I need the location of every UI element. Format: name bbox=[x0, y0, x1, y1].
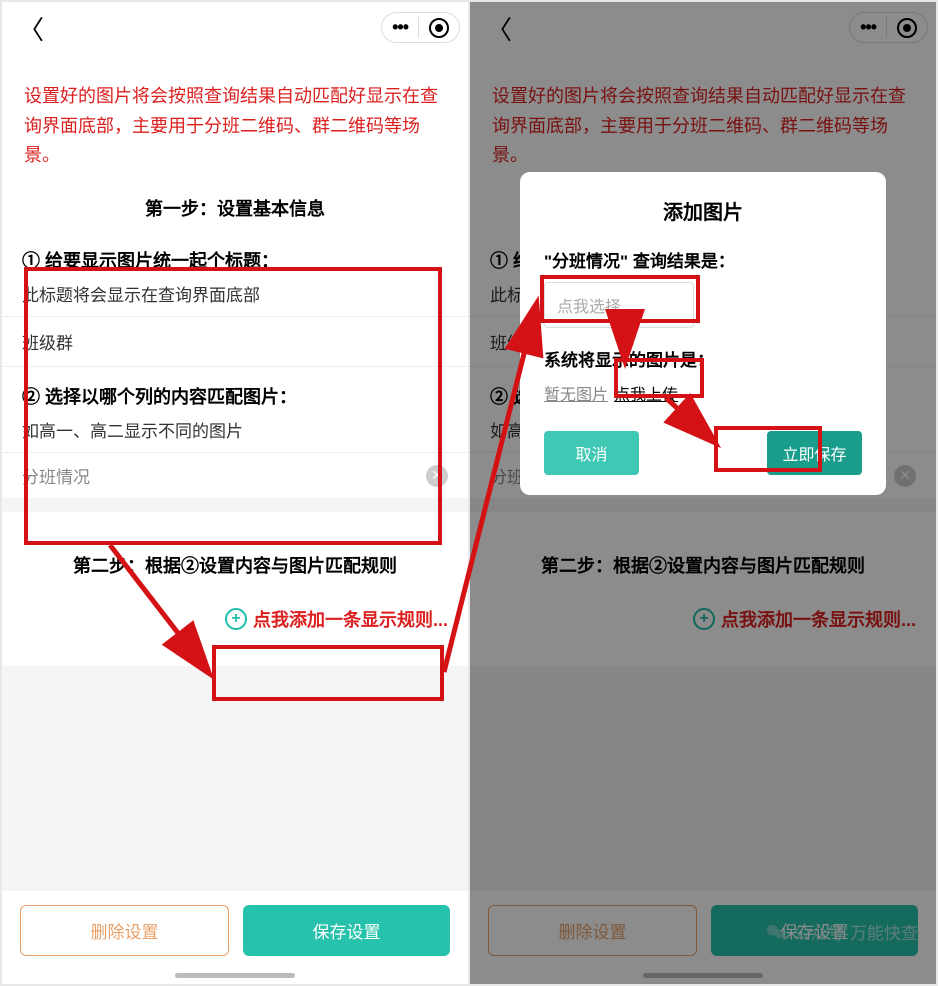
back-icon[interactable]: 〈 bbox=[10, 6, 52, 51]
header: 〈 ••• bbox=[2, 2, 468, 54]
screen-left: 〈 ••• 设置好的图片将会按照查询结果自动匹配好显示在查询界面底部，主要用于分… bbox=[0, 0, 469, 986]
save-button[interactable]: 保存设置 bbox=[243, 905, 450, 956]
home-indicator bbox=[175, 973, 295, 978]
notice-text: 设置好的图片将会按照查询结果自动匹配好显示在查询界面底部，主要用于分班二维码、群… bbox=[2, 54, 468, 189]
modal-search-label: "分班情况" 查询结果是： bbox=[544, 247, 862, 272]
modal-cancel-button[interactable]: 取消 bbox=[544, 431, 639, 475]
close-mini-icon[interactable] bbox=[429, 18, 449, 38]
modal-no-img: 暂无图片 bbox=[544, 381, 608, 405]
modal-select[interactable]: 点我选择 bbox=[544, 282, 694, 328]
modal-title: 添加图片 bbox=[544, 196, 862, 225]
q1-label: ① 给要显示图片统一起个标题： bbox=[22, 247, 448, 273]
notice-section: 设置好的图片将会按照查询结果自动匹配好显示在查询界面底部，主要用于分班二维码、群… bbox=[2, 54, 468, 498]
step2-section: 第二步：根据②设置内容与图片匹配规则 + 点我添加一条显示规则... bbox=[2, 512, 468, 666]
watermark-text: 公众号·万能快查 bbox=[793, 919, 918, 944]
q2-label: ② 选择以哪个列的内容匹配图片： bbox=[22, 383, 448, 409]
q1-block: ① 给要显示图片统一起个标题： 此标题将会显示在查询界面底部 班级群 bbox=[2, 237, 468, 367]
q1-input[interactable]: 班级群 bbox=[2, 316, 468, 367]
q2-select[interactable]: 分班情况 ✕ bbox=[2, 452, 468, 498]
bottom-bar: 删除设置 保存设置 bbox=[2, 891, 468, 984]
delete-button[interactable]: 删除设置 bbox=[20, 905, 229, 956]
modal-img-label: 系统将显示的图片是： bbox=[544, 346, 862, 371]
more-icon[interactable]: ••• bbox=[392, 17, 419, 38]
screen-right: 〈 ••• 设置好的图片将会按照查询结果自动匹配好显示在查询界面底部，主要用于分… bbox=[469, 0, 938, 986]
clear-icon[interactable]: ✕ bbox=[426, 465, 448, 487]
wechat-icon bbox=[765, 921, 787, 943]
step2-title: 第二步：根据②设置内容与图片匹配规则 bbox=[22, 552, 448, 592]
step1-title: 第一步：设置基本信息 bbox=[2, 189, 468, 237]
q2-value: 分班情况 bbox=[22, 463, 90, 488]
modal-save-button[interactable]: 立即保存 bbox=[767, 431, 862, 475]
add-image-modal: 添加图片 "分班情况" 查询结果是： 点我选择 系统将显示的图片是： 暂无图片 … bbox=[520, 172, 886, 495]
add-rule-label: 点我添加一条显示规则... bbox=[253, 606, 448, 632]
watermark: 公众号·万能快查 bbox=[765, 919, 918, 944]
modal-buttons: 取消 立即保存 bbox=[544, 431, 862, 475]
q2-desc: 如高一、高二显示不同的图片 bbox=[22, 417, 448, 442]
q1-desc: 此标题将会显示在查询界面底部 bbox=[22, 281, 448, 306]
q1-value: 班级群 bbox=[22, 329, 73, 354]
mini-program-capsule[interactable]: ••• bbox=[381, 12, 460, 43]
q2-block: ② 选择以哪个列的内容匹配图片： 如高一、高二显示不同的图片 分班情况 ✕ bbox=[2, 367, 468, 498]
add-rule-button[interactable]: + 点我添加一条显示规则... bbox=[22, 592, 448, 646]
modal-img-row: 暂无图片 点我上传 bbox=[544, 381, 862, 405]
plus-icon: + bbox=[225, 608, 247, 630]
modal-upload-link[interactable]: 点我上传 bbox=[614, 381, 678, 405]
